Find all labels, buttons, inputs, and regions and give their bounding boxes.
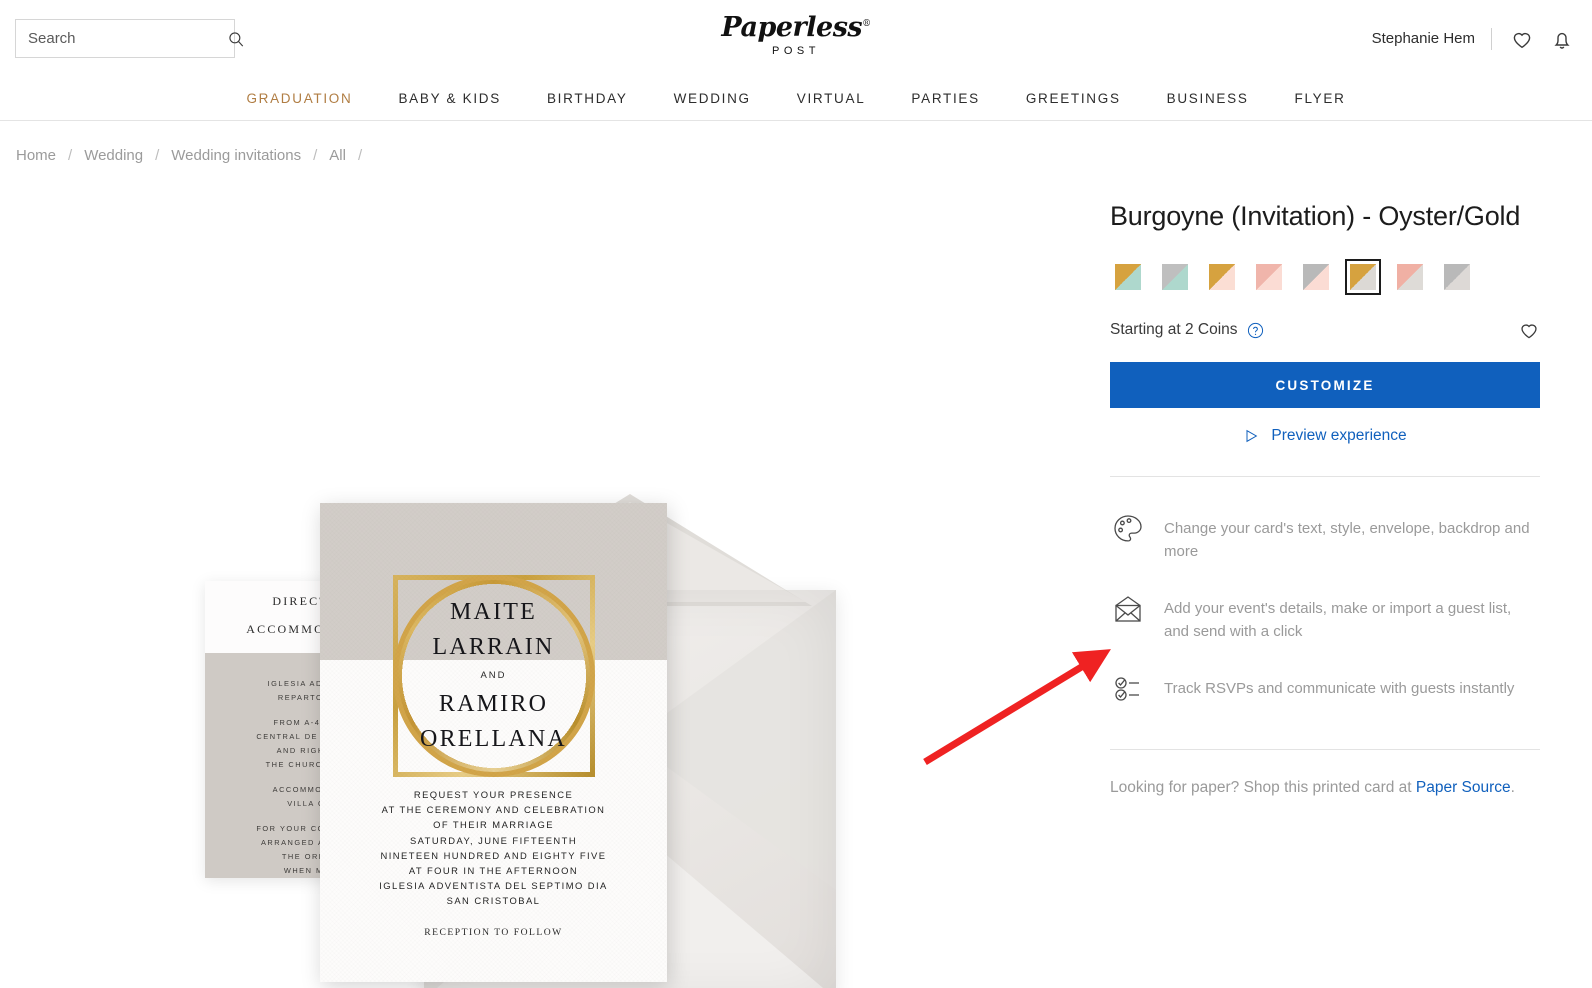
play-triangle-icon bbox=[1246, 429, 1258, 443]
search-icon[interactable] bbox=[227, 30, 245, 48]
invitation-body-line: SAN CRISTOBAL bbox=[446, 895, 541, 907]
swatch-swatch-fill bbox=[1303, 264, 1329, 290]
logo-subtext: POST bbox=[772, 45, 820, 57]
breadcrumb-separator: / bbox=[68, 147, 73, 164]
product-detail-panel: Burgoyne (Invitation) - Oyster/Gold Star… bbox=[1110, 164, 1592, 964]
invitation-body-line: AT THE CEREMONY AND CELEBRATION bbox=[381, 804, 606, 816]
breadcrumb-item-home[interactable]: Home bbox=[16, 147, 56, 164]
main-navigation: GRADUATION BABY & KIDS BIRTHDAY WEDDING … bbox=[0, 77, 1592, 121]
breadcrumb: Home / Wedding / Wedding invitations / A… bbox=[0, 121, 1592, 164]
customize-button[interactable]: CUSTOMIZE bbox=[1110, 362, 1540, 408]
nav-item-business[interactable]: BUSINESS bbox=[1144, 91, 1272, 106]
swatch-swatch-fill bbox=[1115, 264, 1141, 290]
invitation-body-line: OF THEIR MARRIAGE bbox=[433, 819, 554, 831]
swatch-swatch-fill bbox=[1350, 264, 1376, 290]
paper-source-note: Looking for paper? Shop this printed car… bbox=[1110, 750, 1540, 799]
logo-registered-mark: ® bbox=[862, 19, 871, 29]
feature-list: Change your card's text, style, envelope… bbox=[1110, 477, 1540, 737]
invitation-name-first: MAITE bbox=[450, 599, 537, 625]
invitation-card[interactable]: MAITE LARRAIN AND RAMIRO ORELLANA REQUES… bbox=[320, 503, 667, 982]
breadcrumb-item-wedding[interactable]: Wedding bbox=[84, 147, 143, 164]
swatch-rose-blush[interactable] bbox=[1251, 259, 1287, 295]
logo-word-text: Paperless bbox=[721, 12, 863, 43]
nav-item-birthday[interactable]: BIRTHDAY bbox=[524, 91, 651, 106]
heart-outline-icon[interactable] bbox=[1518, 319, 1540, 341]
breadcrumb-separator: / bbox=[155, 147, 160, 164]
nav-item-baby-and-kids[interactable]: BABY & KIDS bbox=[375, 91, 524, 106]
bell-icon[interactable] bbox=[1550, 27, 1574, 51]
swatch-gold-mint[interactable] bbox=[1110, 259, 1146, 295]
invitation-body-line: AT FOUR IN THE AFTERNOON bbox=[408, 865, 579, 877]
nav-item-wedding[interactable]: WEDDING bbox=[651, 91, 774, 106]
swatch-gold-oyster-selected[interactable] bbox=[1345, 259, 1381, 295]
feature-text: Track RSVPs and communicate with guests … bbox=[1164, 680, 1515, 697]
invitation-body-line: SATURDAY, JUNE FIFTEENTH bbox=[409, 834, 578, 846]
invitation-name-third: RAMIRO bbox=[438, 691, 549, 717]
paper-source-link[interactable]: Paper Source bbox=[1416, 779, 1511, 796]
preview-experience-label: Preview experience bbox=[1271, 427, 1407, 444]
header-right-cluster: Stephanie Hem bbox=[1372, 0, 1574, 77]
swatch-gray-mint[interactable] bbox=[1157, 259, 1193, 295]
product-title: Burgoyne (Invitation) - Oyster/Gold bbox=[1110, 201, 1521, 231]
search-box[interactable] bbox=[15, 19, 244, 58]
invitation-body-line: IGLESIA ADVENTISTA DEL SEPTIMO DIA bbox=[379, 880, 608, 892]
price-text: Starting at 2 Coins bbox=[1110, 321, 1238, 338]
question-mark-icon[interactable] bbox=[1247, 322, 1264, 339]
swatch-swatch-fill bbox=[1397, 264, 1423, 290]
checklist-icon bbox=[1115, 677, 1139, 701]
invitation-body-text: REQUEST YOUR PRESENCE AT THE CEREMONY AN… bbox=[320, 787, 667, 909]
swatch-gray-oyster[interactable] bbox=[1439, 259, 1475, 295]
invitation-body-line: NINETEEN HUNDRED AND EIGHTY FIVE bbox=[380, 849, 607, 861]
invitation-name-fourth: ORELLANA bbox=[420, 726, 567, 752]
price-row: Starting at 2 Coins bbox=[1110, 319, 1540, 341]
breadcrumb-separator: / bbox=[357, 147, 363, 164]
nav-item-virtual[interactable]: VIRTUAL bbox=[774, 91, 889, 106]
user-name[interactable]: Stephanie Hem bbox=[1372, 30, 1475, 47]
logo-wordmark: Paperless® bbox=[721, 12, 871, 43]
paper-source-note-suffix: . bbox=[1510, 779, 1515, 796]
preview-experience-link[interactable]: Preview experience bbox=[1110, 408, 1540, 464]
feature-item-rsvp: Track RSVPs and communicate with guests … bbox=[1110, 671, 1540, 707]
feature-item-customize: Change your card's text, style, envelope… bbox=[1110, 511, 1540, 563]
site-header: Paperless® POST Stephanie Hem bbox=[0, 0, 1592, 77]
feature-item-guest-list: Add your event's details, make or import… bbox=[1110, 591, 1540, 643]
paper-source-note-prefix: Looking for paper? Shop this printed car… bbox=[1110, 779, 1416, 796]
header-divider bbox=[1491, 27, 1492, 50]
search-input[interactable] bbox=[28, 30, 227, 47]
palette-icon bbox=[1114, 515, 1142, 542]
invitation-names: MAITE LARRAIN AND RAMIRO ORELLANA bbox=[320, 595, 667, 757]
product-image-stage: DIRECTIONS ACCOMMODATIONS IGLESIA ADVENT… bbox=[0, 164, 1111, 988]
heart-icon[interactable] bbox=[1510, 27, 1534, 51]
breadcrumb-separator: / bbox=[313, 147, 318, 164]
breadcrumb-item-all[interactable]: All bbox=[329, 147, 346, 164]
color-swatch-list bbox=[1110, 259, 1540, 295]
red-annotation-arrow bbox=[923, 649, 1111, 765]
breadcrumb-item-wedding-invitations[interactable]: Wedding invitations bbox=[171, 147, 301, 164]
feature-text: Change your card's text, style, envelope… bbox=[1164, 520, 1530, 560]
invitation-body-line: REQUEST YOUR PRESENCE bbox=[413, 789, 574, 800]
swatch-gold-blush[interactable] bbox=[1204, 259, 1240, 295]
swatch-swatch-fill bbox=[1444, 264, 1470, 290]
site-logo[interactable]: Paperless® POST bbox=[721, 12, 871, 57]
page-root: Paperless® POST Stephanie Hem GRADUATION… bbox=[0, 0, 1592, 988]
invitation-reception-note: RECEPTION TO FOLLOW bbox=[424, 927, 563, 938]
swatch-gray-blush[interactable] bbox=[1298, 259, 1334, 295]
invitation-and: AND bbox=[480, 670, 507, 681]
open-envelope-icon bbox=[1115, 596, 1141, 622]
nav-item-parties[interactable]: PARTIES bbox=[888, 91, 1002, 106]
invitation-name-second: LARRAIN bbox=[432, 634, 555, 660]
main-content: DIRECTIONS ACCOMMODATIONS IGLESIA ADVENT… bbox=[0, 164, 1592, 988]
nav-item-flyer[interactable]: FLYER bbox=[1272, 91, 1369, 106]
nav-item-graduation[interactable]: GRADUATION bbox=[223, 91, 375, 106]
feature-text: Add your event's details, make or import… bbox=[1164, 600, 1512, 640]
nav-item-greetings[interactable]: GREETINGS bbox=[1003, 91, 1144, 106]
swatch-swatch-fill bbox=[1162, 264, 1188, 290]
swatch-swatch-fill bbox=[1209, 264, 1235, 290]
swatch-swatch-fill bbox=[1256, 264, 1282, 290]
swatch-rose-oyster[interactable] bbox=[1392, 259, 1428, 295]
